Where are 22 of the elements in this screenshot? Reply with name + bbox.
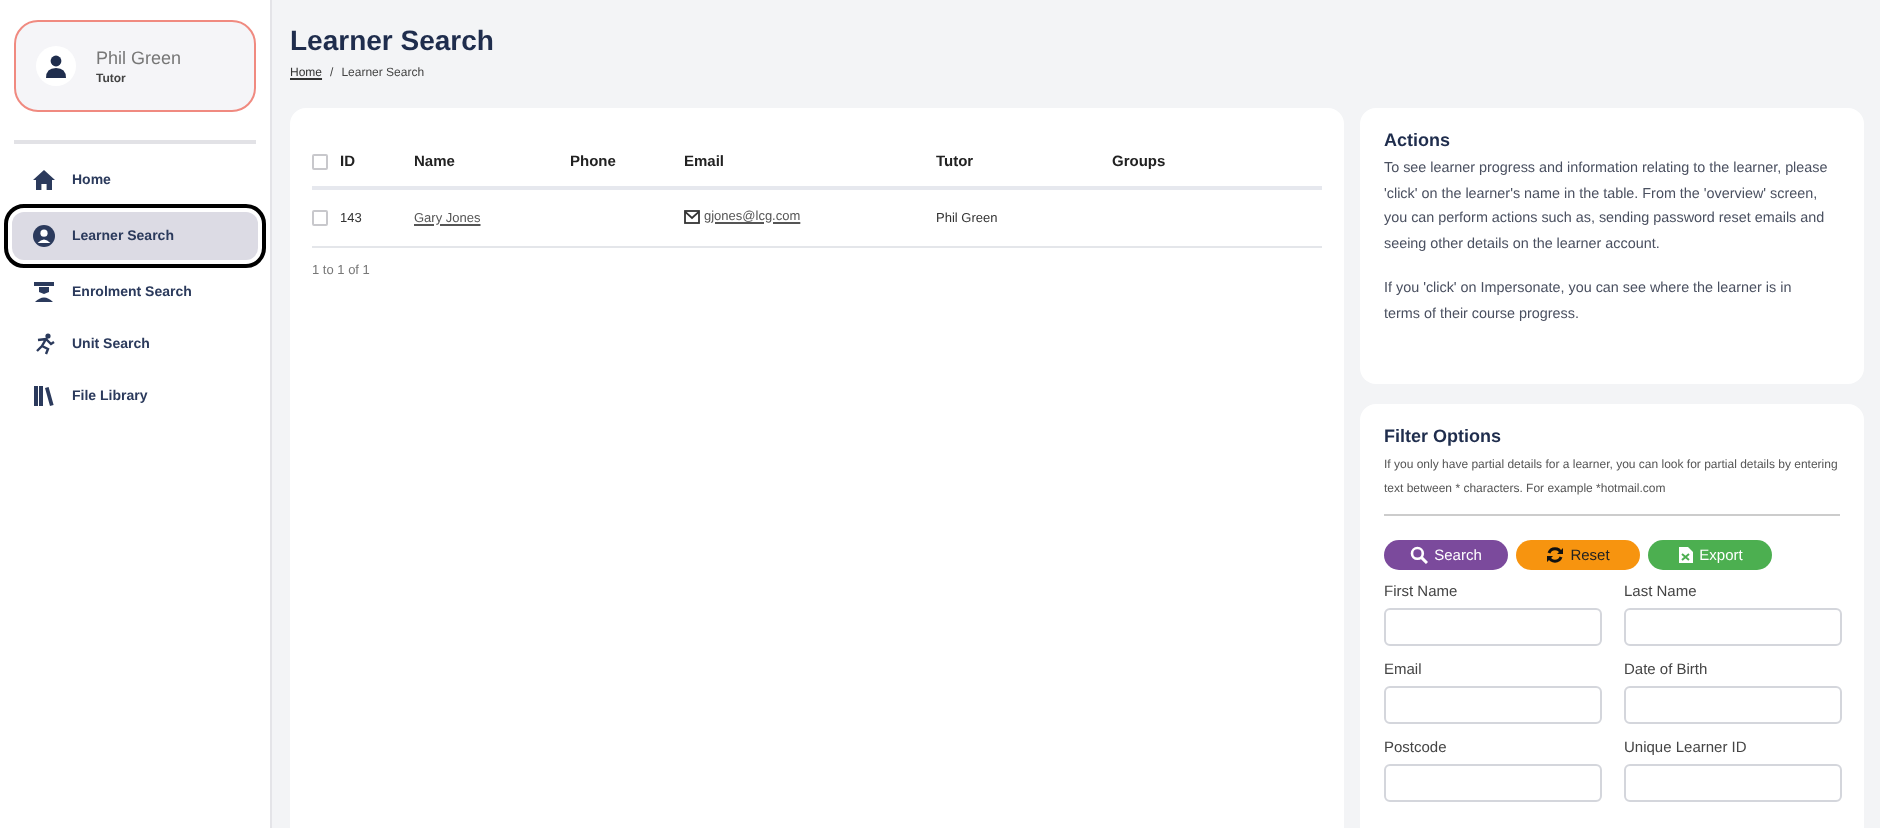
card-title: Actions — [1384, 130, 1453, 150]
input-field[interactable] — [1624, 764, 1842, 802]
input-field[interactable] — [1384, 608, 1602, 646]
runner-icon — [32, 332, 56, 356]
books-icon — [32, 384, 56, 408]
graduate-icon — [32, 280, 56, 304]
envelope-icon — [684, 209, 700, 223]
user-name: Phil Green — [96, 47, 182, 67]
refresh-icon — [1546, 546, 1565, 564]
search-icon — [1410, 546, 1429, 564]
file-icon — [1677, 546, 1694, 564]
user-circle-icon — [32, 224, 56, 248]
home-icon — [32, 168, 56, 192]
user-icon — [36, 46, 76, 86]
select-all-checkbox[interactable] — [312, 153, 328, 169]
input-field[interactable] — [1384, 686, 1602, 724]
input-field[interactable] — [1624, 686, 1842, 724]
input-field[interactable] — [1384, 764, 1602, 802]
input-field[interactable] — [1624, 608, 1842, 646]
card-title: Filter Options — [1384, 426, 1503, 446]
page-title: Learner Search — [290, 24, 496, 56]
row-checkbox[interactable] — [312, 210, 328, 226]
